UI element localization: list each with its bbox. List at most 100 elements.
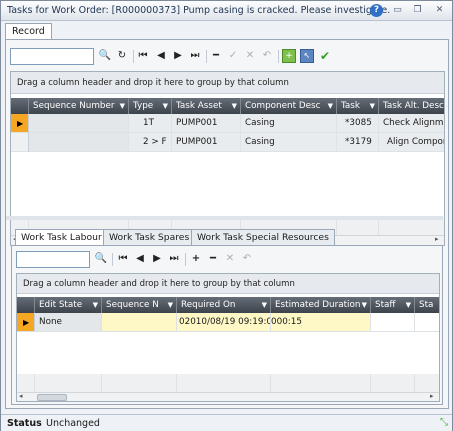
scrollbar-thumb[interactable] (37, 394, 67, 401)
row-indicator[interactable] (11, 133, 29, 152)
select-icon[interactable]: ↖ (300, 49, 314, 63)
filter-icon[interactable]: ▼ (93, 297, 98, 313)
filter-icon[interactable]: ▼ (168, 297, 173, 313)
refresh-icon[interactable]: ↻ (115, 49, 129, 63)
first-record-icon[interactable]: ⏮ (116, 252, 130, 266)
column-header-task-alt-desc[interactable]: Task Alt. Desc (379, 98, 444, 114)
previous-record-icon[interactable]: ◀ (154, 49, 168, 63)
scroll-right-icon[interactable]: ▸ (435, 235, 439, 243)
table-row[interactable]: ▶ None 02010/08/19 09:19:09 000:15 (17, 313, 439, 332)
column-header-task[interactable]: Task ▼ (337, 98, 379, 114)
filter-icon[interactable]: ▼ (163, 98, 168, 114)
column-header-task-asset[interactable]: Task Asset ▼ (172, 98, 241, 114)
tab-record[interactable]: Record (5, 23, 52, 39)
last-record-icon[interactable]: ⏭ (188, 49, 202, 63)
cell-type[interactable]: 2 > F (129, 133, 172, 152)
cell-task[interactable]: *3179 (337, 133, 379, 152)
resize-grip-icon[interactable]: ⤡ (440, 417, 448, 428)
column-header-type[interactable]: Type ▼ (129, 98, 172, 114)
column-header-sequence-n[interactable]: Sequence N ▼ (102, 297, 177, 313)
labour-search-input[interactable] (16, 251, 90, 268)
filter-icon[interactable]: ▼ (262, 297, 267, 313)
cell-sequence-number[interactable] (29, 133, 129, 152)
column-header-label: Edit State (39, 300, 83, 310)
scroll-left-icon[interactable]: ◂ (19, 392, 23, 400)
cell-type[interactable]: 1T (129, 114, 172, 133)
cell-sequence-n[interactable] (102, 313, 177, 332)
group-by-area[interactable]: Drag a column header and drop it here to… (17, 274, 439, 294)
row-indicator[interactable]: ▶ (17, 313, 35, 332)
next-record-icon[interactable]: ▶ (171, 49, 185, 63)
minimize-icon[interactable]: ▭ (391, 4, 404, 17)
labour-toolbar: 🔍 ⏮ ◀ ▶ ⏭ + ━ ✕ ↶ (16, 251, 436, 271)
horizontal-scrollbar[interactable]: ◂ ▸ (17, 392, 439, 401)
cell-task[interactable]: *3085 (337, 114, 379, 133)
column-header-edit-state[interactable]: Edit State ▼ (35, 297, 102, 313)
delete-icon[interactable]: ━ (206, 252, 220, 266)
cell-task-asset[interactable]: PUMP001 (172, 114, 241, 133)
column-header-component-desc[interactable]: Component Desc ▼ (241, 98, 337, 114)
first-record-icon[interactable]: ⏮ (136, 49, 150, 63)
cell-task-alt-desc[interactable]: Align Compor (379, 133, 444, 152)
last-record-icon[interactable]: ⏭ (167, 252, 181, 266)
current-row-arrow-icon: ▶ (17, 119, 24, 128)
cell-estimated-duration[interactable]: 000:15 (271, 313, 371, 332)
help-icon[interactable]: ? (370, 4, 383, 17)
search-icon[interactable]: 🔍 (98, 49, 112, 63)
tab-work-task-spares[interactable]: Work Task Spares (103, 229, 196, 245)
filter-icon[interactable]: ▼ (362, 297, 367, 313)
cell-task-asset[interactable]: PUMP001 (172, 133, 241, 152)
column-header-label: Sta (419, 300, 434, 310)
column-header-estimated-duration[interactable]: Estimated Duration ▼ (271, 297, 371, 313)
filter-icon[interactable]: ▼ (328, 98, 333, 114)
close-icon[interactable]: ✕ (433, 4, 446, 17)
column-header-sequence-number[interactable]: Sequence Number ▼ (29, 98, 129, 114)
cancel-icon[interactable]: ✕ (223, 252, 237, 266)
save-check-icon[interactable]: ✔ (318, 49, 332, 63)
status-label: Status (7, 418, 42, 429)
cancel-icon[interactable]: ✕ (243, 49, 257, 63)
delete-icon[interactable]: ━ (209, 49, 223, 63)
search-input[interactable] (10, 48, 94, 65)
scroll-right-icon[interactable]: ▸ (430, 392, 434, 400)
next-record-icon[interactable]: ▶ (150, 252, 164, 266)
column-header-label: Type (133, 101, 154, 111)
grid-header: Edit State ▼ Sequence N ▼ Required On ▼ Est… (17, 297, 439, 313)
column-header-label: Task (341, 101, 360, 111)
filter-icon[interactable]: ▼ (232, 98, 237, 114)
maximize-icon[interactable]: ❐ (411, 4, 424, 17)
tab-work-task-special-resources[interactable]: Work Task Special Resources (191, 229, 335, 245)
cell-sequence-number[interactable] (29, 114, 129, 133)
tab-work-task-labour[interactable]: Work Task Labour (15, 229, 108, 246)
search-icon[interactable]: 🔍 (94, 252, 108, 266)
status-bar: Status Unchanged ⤡ (1, 414, 452, 431)
group-by-area[interactable]: Drag a column header and drop it here to… (11, 72, 444, 94)
add-icon[interactable]: + (189, 252, 203, 266)
cell-staff[interactable] (371, 313, 415, 332)
filter-icon[interactable]: ▼ (120, 98, 125, 114)
column-header-required-on[interactable]: Required On ▼ (177, 297, 271, 313)
accept-icon[interactable]: ✓ (226, 49, 240, 63)
add-icon[interactable]: + (282, 49, 296, 63)
filter-icon[interactable]: ▼ (406, 297, 411, 313)
header-indicator (11, 98, 29, 114)
undo-icon[interactable]: ↶ (260, 49, 274, 63)
row-indicator[interactable]: ▶ (11, 114, 29, 133)
toolbar-separator (206, 50, 207, 63)
cell-required-on[interactable]: 02010/08/19 09:19:09 (177, 313, 271, 332)
filter-icon[interactable]: ▼ (370, 98, 375, 114)
column-header-sta[interactable]: Sta (415, 297, 439, 313)
cell-task-alt-desc[interactable]: Check Alignmer (379, 114, 444, 133)
cell-component-desc[interactable]: Casing (241, 114, 337, 133)
undo-icon[interactable]: ↶ (240, 252, 254, 266)
cell-edit-state[interactable]: None (35, 313, 102, 332)
header-indicator (17, 297, 35, 313)
table-row[interactable]: ▶ 1T PUMP001 Casing *3085 Check Alignmer (11, 114, 444, 133)
previous-record-icon[interactable]: ◀ (133, 252, 147, 266)
cell-component-desc[interactable]: Casing (241, 133, 337, 152)
toolbar-separator (112, 253, 113, 266)
column-header-staff[interactable]: Staff ▼ (371, 297, 415, 313)
cell-sta[interactable] (415, 313, 439, 332)
table-row[interactable]: 2 > F PUMP001 Casing *3179 Align Compor (11, 133, 444, 152)
panel-splitter[interactable] (6, 216, 443, 220)
